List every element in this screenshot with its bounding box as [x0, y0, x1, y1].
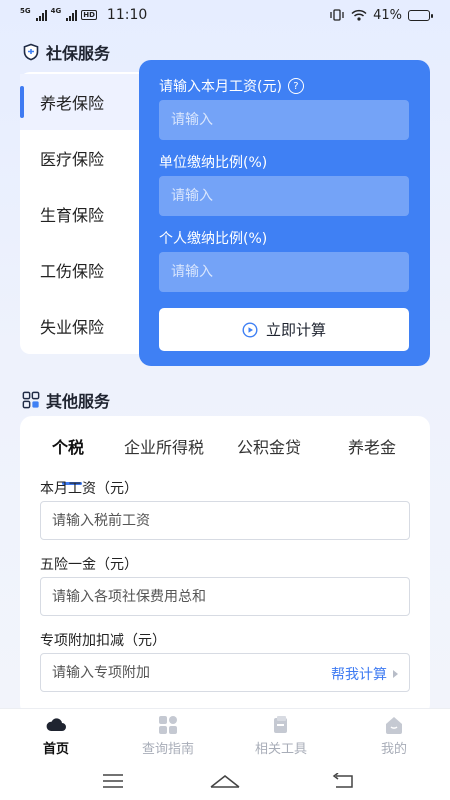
social-insurance-title: 社保服务 — [22, 40, 110, 64]
unit-ratio-input[interactable] — [159, 176, 409, 216]
network-5g-label: 5G — [20, 7, 31, 15]
menu-icon[interactable] — [95, 770, 131, 792]
vibrate-icon — [330, 9, 344, 21]
insurance-item-label: 失业保险 — [40, 318, 105, 337]
grid-icon — [159, 716, 177, 734]
hd-badge: HD — [81, 10, 97, 20]
network-indicators: 5G 4G HD 11:10 — [20, 7, 147, 23]
salary-label: 本月工资（元） — [40, 481, 138, 497]
nav-tools[interactable]: 相关工具 — [236, 715, 326, 757]
wifi-icon — [351, 9, 367, 21]
tab-income-tax[interactable]: 个税 — [52, 434, 84, 458]
chevron-right-icon — [393, 670, 398, 678]
unit-ratio-label: 单位缴纳比例(%) — [159, 155, 268, 171]
home-cloud-icon — [46, 718, 66, 731]
insurance-item-label: 医疗保险 — [40, 150, 105, 169]
salary-field-label: 请输入本月工资(元) ? — [159, 76, 304, 96]
insurance-calc-form: 请输入本月工资(元) ? 单位缴纳比例(%) 个人缴纳比例(%) 立即计算 — [139, 60, 430, 366]
nav-label: 首页 — [42, 742, 69, 757]
help-calculate-link[interactable]: 帮我计算 — [331, 664, 398, 684]
other-services-title: 其他服务 — [22, 388, 110, 412]
nav-label: 我的 — [380, 742, 407, 757]
apps-grid-icon — [22, 391, 40, 409]
profile-icon — [386, 717, 402, 734]
system-nav-bar — [0, 762, 450, 800]
play-circle-icon — [242, 321, 258, 338]
calculate-button-label: 立即计算 — [265, 321, 326, 339]
toolbox-icon — [274, 716, 287, 733]
nav-profile[interactable]: 我的 — [349, 715, 439, 757]
pretax-salary-input[interactable] — [40, 501, 410, 540]
service-tabs: 个税 企业所得税 公积金贷 养老金 — [20, 434, 430, 485]
personal-ratio-input[interactable] — [159, 252, 409, 292]
status-bar: 5G 4G HD 11:10 41% — [0, 0, 450, 30]
clock: 11:10 — [106, 7, 148, 23]
nav-home[interactable]: 首页 — [11, 715, 101, 757]
personal-ratio-label: 个人缴纳比例(%) — [159, 231, 268, 247]
home-icon[interactable] — [207, 770, 243, 792]
tab-housing-fund-loan[interactable]: 公积金贷 — [237, 434, 301, 458]
calculate-button[interactable]: 立即计算 — [159, 308, 409, 351]
insurance-item-label: 养老保险 — [40, 94, 105, 113]
system-indicators: 41% — [329, 7, 433, 23]
nav-guide[interactable]: 查询指南 — [123, 715, 213, 757]
battery-percent: 41% — [373, 7, 402, 23]
shield-icon — [22, 43, 40, 61]
battery-icon — [408, 9, 433, 21]
back-icon[interactable] — [325, 770, 361, 792]
social-insurance-panel: 养老保险 医疗保险 生育保险 工伤保险 失业保险 请输入本月工资(元) ? 单位… — [20, 60, 430, 366]
bottom-nav: 首页 查询指南 相关工具 我的 — [0, 708, 450, 762]
section-title-text: 其他服务 — [46, 392, 111, 411]
signal-icon — [35, 9, 47, 21]
other-services-card: 个税 企业所得税 公积金贷 养老金 本月工资（元） 五险一金（元） 专项附加扣减… — [20, 416, 430, 716]
help-icon[interactable]: ? — [287, 78, 304, 94]
insurance-fund-input[interactable] — [40, 577, 410, 616]
special-deduction-label: 专项附加扣减（元） — [40, 633, 166, 649]
insurance-item-label: 生育保险 — [40, 206, 105, 225]
network-4g-label: 4G — [50, 7, 62, 15]
tab-corporate-tax[interactable]: 企业所得税 — [124, 434, 204, 458]
salary-label-text: 请输入本月工资(元) — [159, 79, 282, 95]
salary-input[interactable] — [159, 100, 409, 140]
insurance-fund-label: 五险一金（元） — [40, 557, 138, 573]
help-calculate-label: 帮我计算 — [331, 667, 387, 683]
section-title-text: 社保服务 — [46, 44, 111, 63]
insurance-item-label: 工伤保险 — [40, 262, 105, 281]
nav-label: 相关工具 — [254, 742, 307, 757]
tab-pension[interactable]: 养老金 — [348, 434, 396, 458]
signal-icon — [66, 9, 78, 21]
nav-label: 查询指南 — [141, 742, 194, 757]
